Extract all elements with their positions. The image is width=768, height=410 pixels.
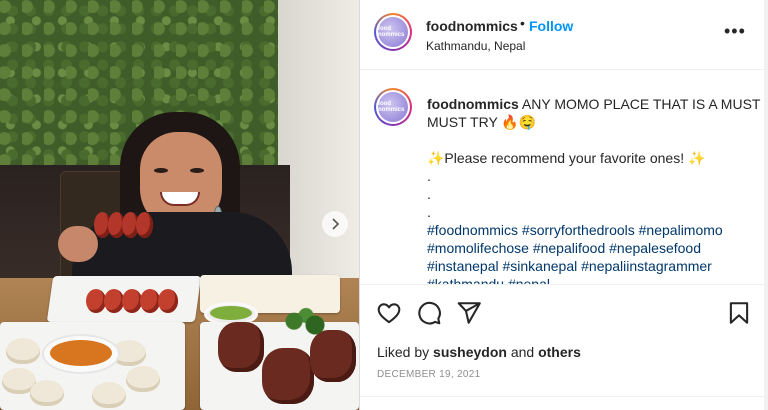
person-eye-right [190,168,204,173]
steamed-momo [6,338,40,364]
caption-dot: . [427,186,431,202]
caption-line-1: ANY MOMO PLACE THAT IS A MUST [518,96,761,112]
save-button[interactable] [726,300,752,326]
caption-username[interactable]: foodnommics [427,96,519,112]
momo-skewer [94,212,174,242]
green-chutney [210,306,252,320]
liked-by-others[interactable]: others [538,344,581,360]
divider [360,396,765,397]
caption-avatar[interactable]: food nommics [374,88,412,126]
bookmark-icon [729,302,749,324]
orange-achar [50,340,112,366]
scrollbar[interactable] [764,0,768,410]
caption-text: foodnommics ANY MOMO PLACE THAT IS A MUS… [427,95,760,284]
avatar[interactable]: food nommics [374,13,412,51]
coriander-garnish [276,306,336,344]
share-icon [457,302,481,324]
person-eye-left [154,168,168,173]
chilli-momo [86,289,186,315]
comment-icon [418,301,441,325]
follow-button[interactable]: Follow [529,18,573,34]
steamed-momo [126,366,160,392]
post-details-panel: food nommics foodnommics • Follow Kathma… [359,0,765,410]
action-bar [360,300,765,328]
caption-section: food nommics foodnommics ANY MOMO PLACE … [360,71,765,285]
white-wall [278,0,359,300]
heart-icon [377,303,401,324]
separator-dot: • [520,15,525,31]
brand-logo-icon: food nommics [378,17,408,47]
hashtag-line[interactable]: #kathmandu #nepal [427,275,747,284]
chevron-right-icon [332,218,340,230]
more-options-icon[interactable]: ••• [724,22,746,40]
fried-chicken [218,322,264,372]
post-header: food nommics foodnommics • Follow Kathma… [360,0,765,70]
caption-dot: . [427,204,431,220]
share-button[interactable] [456,300,482,326]
caption-line-2: MUST TRY 🔥🤤 [427,114,537,130]
hashtag-line[interactable]: #foodnommics #sorryforthedrools #nepalim… [427,221,747,239]
comment-button[interactable] [416,300,442,326]
hashtag-line[interactable]: #instanepal #sinkanepal #nepaliinstagram… [427,257,747,275]
author-username[interactable]: foodnommics [426,18,518,34]
like-button[interactable] [376,300,402,326]
post-location[interactable]: Kathmandu, Nepal [426,39,525,53]
liked-by-user[interactable]: susheydon [433,344,507,360]
post-date[interactable]: DECEMBER 19, 2021 [377,369,480,380]
hashtag-line[interactable]: #momolifechose #nepalifood #nepalesefood [427,239,747,257]
steamed-momo [30,380,64,406]
next-photo-button[interactable] [322,211,348,237]
post-photo[interactable] [0,0,359,410]
hand [58,226,98,262]
caption-dot: . [427,168,431,184]
liked-by-text: Liked by susheydon and others [377,344,581,360]
fried-chicken [262,348,314,404]
caption-recommend: ✨Please recommend your favorite ones! ✨ [427,150,706,166]
steamed-momo [92,382,126,408]
brand-logo-icon: food nommics [378,92,408,122]
